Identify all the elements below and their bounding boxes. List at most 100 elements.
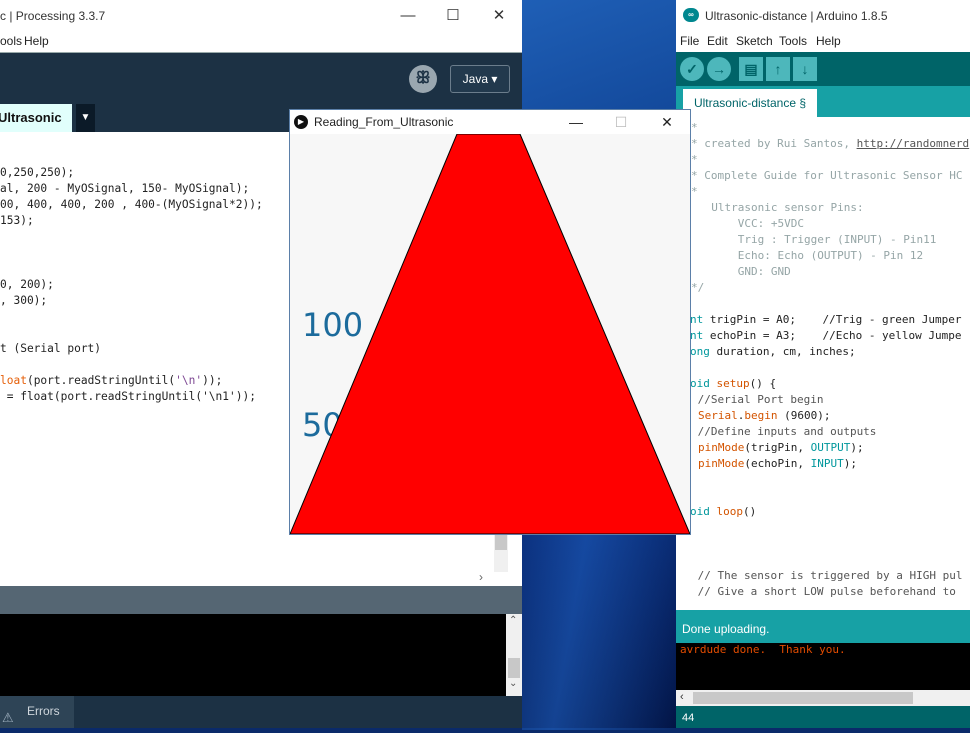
processing-menubar: ools Help [0,31,522,52]
menu-file[interactable]: File [680,34,699,48]
code-line: * [691,185,698,198]
code-line: 0, 200); [0,278,54,291]
processing-console [0,614,508,696]
code-string: '\n' [175,374,203,387]
code-constant: INPUT [810,457,844,470]
code-line: //Define inputs and outputs [691,425,877,438]
code-line: */ [691,281,705,294]
code-text: echoPin = A3; //Echo - yellow Jumpe [703,329,962,342]
menu-tools[interactable]: ools [0,34,22,48]
arduino-code-editor[interactable]: * * created by Rui Santos, http://random… [676,117,970,610]
tab-ultrasonic[interactable]: Ultrasonic [0,104,72,132]
code-text: ); [850,441,864,454]
code-function: setup [716,377,750,390]
code-function: pinMode [698,441,745,454]
menu-tools[interactable]: Tools [779,34,807,48]
errors-tab-label: Errors [27,704,60,718]
code-comment: * created by Rui Santos, [691,137,857,150]
chevron-up-icon[interactable]: ⌃ [509,615,517,626]
code-line: t (Serial port) [0,342,102,355]
code-class: Serial [698,409,738,422]
code-line: pinMode(echoPin, INPUT); [698,457,857,470]
scrollbar-thumb[interactable] [508,658,520,678]
editor-horizontal-scrollbar[interactable]: › [0,570,494,586]
errors-tab[interactable]: ⚠ Errors [0,696,74,728]
arduino-status-bar: Done uploading. [676,610,970,643]
menu-help[interactable]: Help [816,34,841,48]
code-line: * [691,121,698,134]
code-line: Ultrasonic sensor Pins: [698,201,864,214]
code-text: (9600); [777,409,831,422]
code-link[interactable]: http://randomnerd [857,137,970,150]
code-type: nt [690,313,704,326]
minimize-icon[interactable]: — [566,112,586,132]
code-type: ong [690,345,710,358]
code-text: () { [749,377,777,390]
sketch-titlebar: ▶ Reading_From_Ultrasonic — ☐ ✕ [290,110,690,134]
chevron-down-icon[interactable]: ⌄ [509,678,517,689]
code-line: VCC: +5VDC [698,217,804,230]
code-type: oid [690,505,710,518]
code-keyword: loat [0,374,27,387]
processing-toolbar: ꕥ Java ▾ [0,52,522,105]
chevron-right-icon[interactable]: › [479,570,483,584]
arduino-titlebar: ∞ Ultrasonic-distance | Arduino 1.8.5 [676,0,970,31]
code-type: oid [690,377,710,390]
console-text: avrdude done. Thank you. [680,643,846,656]
status-text: Done uploading. [682,622,770,636]
code-text: (port.readStringUntil( [26,374,176,387]
code-text: () [743,505,757,518]
chevron-left-icon[interactable]: ‹ [680,691,684,703]
processing-titlebar: c | Processing 3.3.7 — ☐ ✕ [0,0,522,31]
code-line: // Give a short LOW pulse beforehand to [691,585,956,598]
sketch-title: Reading_From_Ultrasonic [314,115,454,129]
code-line: GND: GND [698,265,791,278]
new-file-icon[interactable]: ▤ [739,57,763,81]
tab-ultrasonic-distance[interactable]: Ultrasonic-distance § [683,89,817,117]
code-line: pinMode(trigPin, OUTPUT); [698,441,864,454]
code-text: (echoPin, [744,457,811,470]
sketch-canvas[interactable]: 100 50 [290,134,690,534]
save-icon[interactable]: ↓ [793,57,817,81]
code-text: trigPin = A0; //Trig - green Jumper [703,313,962,326]
code-function: begin [744,409,778,422]
arduino-console: avrdude done. Thank you. [676,643,970,690]
butterfly-icon[interactable]: ꕥ [409,65,437,93]
warning-icon: ⚠ [2,710,14,725]
code-function: pinMode [698,457,745,470]
verify-icon[interactable]: ✓ [680,57,704,81]
processing-title: c | Processing 3.3.7 [0,9,106,23]
close-icon[interactable]: ✕ [657,112,677,132]
tab-label: Ultrasonic [0,110,62,125]
mode-selector[interactable]: Java ▾ [450,65,510,93]
code-function: loop [716,505,744,518]
code-line: Trig : Trigger (INPUT) - Pin11 [698,233,937,246]
console-horizontal-scrollbar[interactable]: ‹ [676,690,970,706]
console-scrollbar[interactable]: ⌃ ⌄ [506,614,522,696]
sketch-window: ▶ Reading_From_Ultrasonic — ☐ ✕ 100 50 [289,109,691,535]
menu-edit[interactable]: Edit [707,34,728,48]
red-trapezoid [290,134,690,534]
code-line: * [691,153,698,166]
triangle-down-icon[interactable]: ▼ [76,104,95,132]
code-text: duration, cm, inches; [709,345,856,358]
code-line: nt echoPin = A3; //Echo - yellow Jumpe [690,329,962,342]
code-line: // The sensor is triggered by a HIGH pul [691,569,963,582]
code-text: (trigPin, [744,441,811,454]
code-line: ong duration, cm, inches; [690,345,856,358]
scrollbar-thumb[interactable] [693,692,913,704]
open-icon[interactable]: ↑ [766,57,790,81]
upload-arrow-icon[interactable]: → [707,57,731,81]
minimize-icon[interactable]: — [398,6,418,26]
code-line: al, 200 - MyOSignal, 150- MyOSignal); [0,182,250,195]
maximize-icon[interactable]: ☐ [611,112,631,132]
code-line: = float(port.readStringUntil('\n1')); [0,390,256,403]
menu-sketch[interactable]: Sketch [736,34,773,48]
menu-help[interactable]: Help [24,34,49,48]
maximize-icon[interactable]: ☐ [443,6,463,26]
close-icon[interactable]: ✕ [489,6,509,26]
arduino-window: ∞ Ultrasonic-distance | Arduino 1.8.5 Fi… [676,0,970,728]
code-line: Echo: Echo (OUTPUT) - Pin 12 [698,249,924,262]
line-number: 44 [682,712,695,724]
arduino-menubar: File Edit Sketch Tools Help [676,31,970,52]
